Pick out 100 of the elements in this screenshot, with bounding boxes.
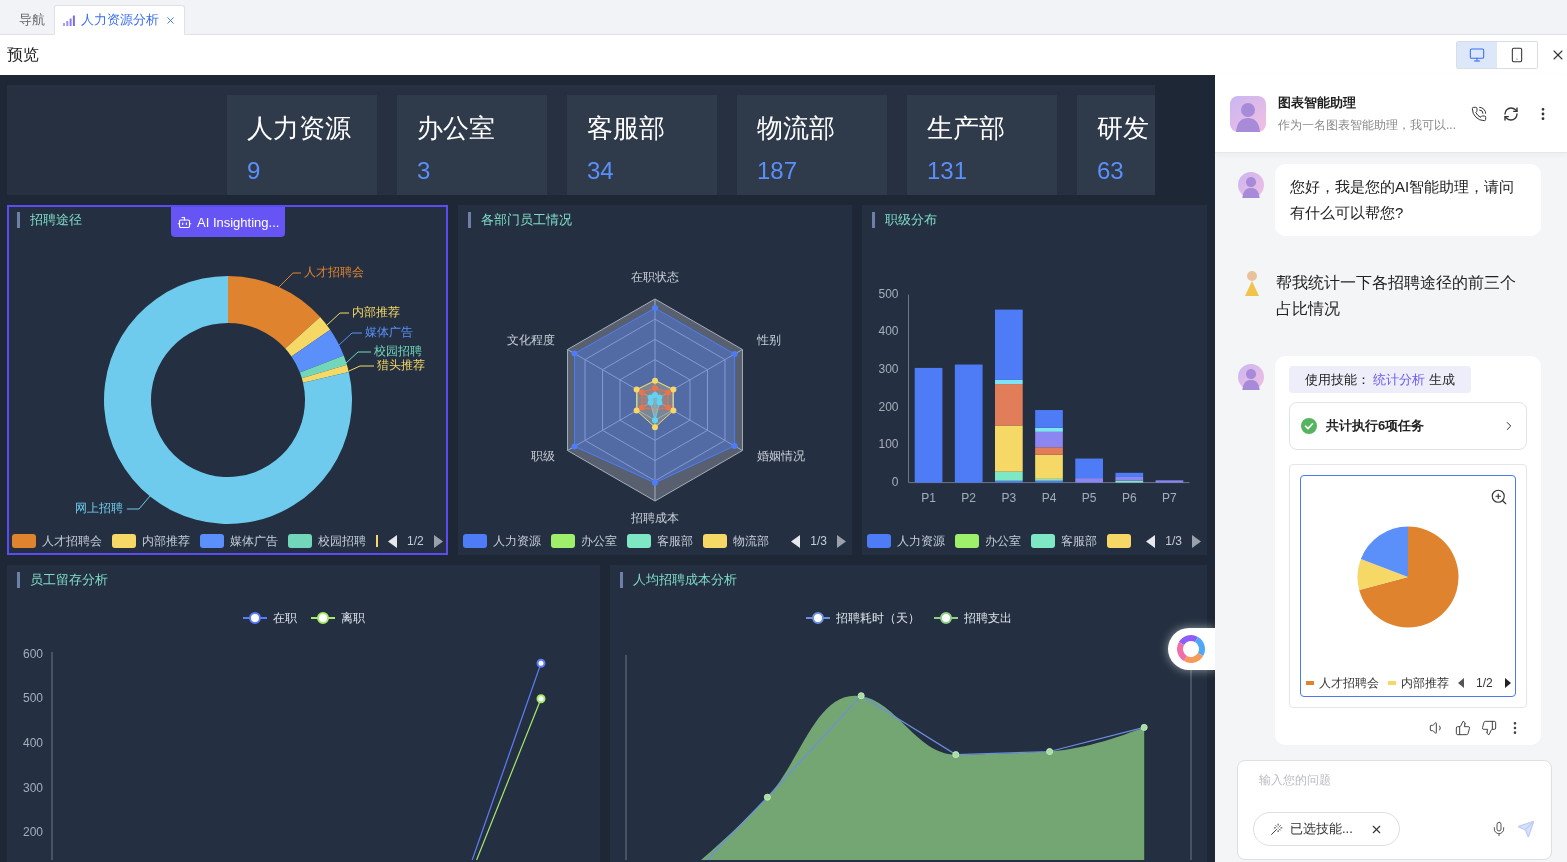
assistant-avatar xyxy=(1238,172,1264,198)
prev-page-icon[interactable] xyxy=(1458,678,1464,688)
legend-label[interactable]: 客服部 xyxy=(1061,532,1097,550)
panel-title: 各部门员工情况 xyxy=(481,211,572,229)
refresh-icon[interactable] xyxy=(1503,105,1519,122)
accent-bar-icon xyxy=(17,212,20,228)
legend-label[interactable]: 招聘耗时（天） xyxy=(835,609,920,627)
legend-label[interactable]: 媒体广告 xyxy=(230,532,278,550)
legend-label[interactable]: 人才招聘会 xyxy=(1319,674,1379,692)
assistant-avatar xyxy=(1230,95,1266,132)
legend-label[interactable]: 客服部 xyxy=(657,532,693,550)
microphone-icon[interactable] xyxy=(1491,821,1507,837)
axis-label: 职级 xyxy=(531,449,555,464)
kpi-value: 131 xyxy=(927,156,968,186)
question-field[interactable]: 输入您的问题 已选技能... xyxy=(1237,760,1552,860)
accent-bar-icon xyxy=(872,212,875,228)
axis-tick-label: 200 xyxy=(878,399,899,414)
kpi-value: 3 xyxy=(417,156,431,186)
page-indicator: 1/2 xyxy=(407,534,424,548)
thumbs-up-icon[interactable] xyxy=(1455,720,1471,736)
leader-line xyxy=(126,495,151,510)
page-indicator: 1/3 xyxy=(1165,534,1182,548)
thumbs-down-icon[interactable] xyxy=(1481,720,1497,736)
data-point xyxy=(952,751,960,759)
leader-line xyxy=(278,272,302,288)
legend-label[interactable]: 办公室 xyxy=(581,532,617,550)
tab[interactable]: 人力资源分析 xyxy=(54,5,185,35)
axis-tick-label: 300 xyxy=(22,780,43,795)
axis-label: 在职状态 xyxy=(631,270,679,285)
slice-label: 内部推荐 xyxy=(352,305,400,320)
axis-tick-label: P6 xyxy=(1121,490,1137,505)
ring-icon xyxy=(1176,634,1206,664)
legend-label[interactable]: 内部推荐 xyxy=(1401,674,1449,692)
phone-icon[interactable] xyxy=(1471,105,1487,122)
axis-tick-label: P1 xyxy=(921,490,936,505)
legend-label[interactable]: 招聘支出 xyxy=(963,609,1012,627)
question-input[interactable]: 输入您的问题 xyxy=(1253,761,1535,801)
robot-icon xyxy=(177,214,192,230)
kpi-label: 人力资源 xyxy=(247,113,351,143)
legend-label[interactable]: 人力资源 xyxy=(493,532,541,550)
axis-tick-label: 0 xyxy=(891,474,899,489)
data-point xyxy=(1046,748,1054,755)
axis-label: 招聘成本 xyxy=(631,511,679,526)
slice-label: 媒体广告 xyxy=(365,325,413,340)
panel-title: 员工留存分析 xyxy=(30,571,108,589)
legend-label[interactable]: 人才招聘会 xyxy=(42,532,102,550)
page-indicator: 1/2 xyxy=(1476,676,1493,690)
kpi-label: 研发 xyxy=(1097,113,1149,143)
tab[interactable]: 导航 xyxy=(10,5,54,35)
bar-segment xyxy=(1155,480,1184,483)
slice-label: 人才招聘会 xyxy=(304,265,364,280)
axis-tick-label: 400 xyxy=(22,735,43,750)
legend-label[interactable]: 在职 xyxy=(272,609,297,627)
wand-icon xyxy=(1270,822,1283,836)
ai-insight-button[interactable]: AI Insighting... xyxy=(171,207,286,237)
axis-tick-label: P2 xyxy=(961,490,977,505)
kpi-value: 34 xyxy=(587,156,614,186)
legend-label[interactable]: 校园招聘 xyxy=(318,532,366,550)
axis-tick-label: 500 xyxy=(22,691,43,706)
panel-title: 招聘途径 xyxy=(30,211,82,229)
launcher-button[interactable] xyxy=(1168,628,1215,670)
kpi-value: 187 xyxy=(757,156,798,186)
monitor-icon xyxy=(1469,47,1485,63)
chart-panel[interactable]: 招聘途径 AI Insighting... 人才招聘会 内部推荐 媒体广告 校园招聘 猎头推荐 网上招聘 人才招聘会 内部推荐 媒体广告 校园招聘 1/2 xyxy=(7,205,448,555)
legend-label[interactable]: 离职 xyxy=(340,609,365,627)
message-bubble: 您好，我是您的AI智能助理，请问有什么可以帮您? xyxy=(1275,164,1541,236)
legend-label[interactable]: 人力资源 xyxy=(897,532,945,550)
preview-title: 预览 xyxy=(7,44,39,65)
leader-line xyxy=(326,312,350,326)
slice-label: 网上招聘 xyxy=(75,501,123,516)
skill-tag: 使用技能： 统计分析 生成 xyxy=(1289,366,1471,393)
leader-line xyxy=(338,332,363,346)
axis-tick-label: 400 xyxy=(878,324,899,339)
axis-label: 性别 xyxy=(757,333,781,348)
prev-page-icon[interactable] xyxy=(1146,534,1156,548)
task-summary-button[interactable]: 共计执行6项任务 xyxy=(1289,402,1527,450)
legend-label[interactable]: 物流部 xyxy=(733,532,769,550)
chart-panel[interactable]: 人均招聘成本分析 招聘耗时（天） 招聘支出 xyxy=(610,565,1207,862)
skill-chip[interactable]: 已选技能... xyxy=(1253,812,1400,846)
chart-panel[interactable]: 各部门员工情况 在职状态 文化程度 性别 职级 婚姻情况 招聘成本 人力资源 办公室 客服部 物流部 1/3 xyxy=(458,205,852,555)
page-indicator: 1/3 xyxy=(810,534,827,548)
assistant-avatar xyxy=(1238,364,1264,390)
kpi-label: 生产部 xyxy=(927,113,1005,143)
user-message: 帮我统计一下各招聘途径的前三个占比情况 xyxy=(1276,273,1517,319)
zoom-in-icon[interactable] xyxy=(1490,488,1508,506)
accent-bar-icon xyxy=(17,572,20,588)
data-point xyxy=(763,793,771,801)
legend-label[interactable]: 内部推荐 xyxy=(142,532,190,550)
assistant-description: 作为一名图表智能助理，我可以... xyxy=(1278,116,1457,134)
chart-panel[interactable]: 职级分布 0 100 200 300 400 500 P1 P2 P3 P4 P5 P6 P7 人力资源 办公室 客服部 1/3 xyxy=(862,205,1207,555)
axis-tick-label: 200 xyxy=(22,825,43,840)
prev-page-icon[interactable] xyxy=(388,534,397,548)
axis-tick-label: P5 xyxy=(1081,490,1097,505)
prev-page-icon[interactable] xyxy=(791,534,801,548)
axis-tick-label: 600 xyxy=(22,646,43,661)
next-page-icon[interactable] xyxy=(1504,678,1511,688)
axis-tick-label: 300 xyxy=(878,361,899,376)
legend-label[interactable]: 办公室 xyxy=(985,532,1021,550)
chart-panel[interactable]: 员工留存分析 在职 离职 600 500 400 300 200 xyxy=(7,565,600,862)
kpi-label: 客服部 xyxy=(587,113,665,143)
